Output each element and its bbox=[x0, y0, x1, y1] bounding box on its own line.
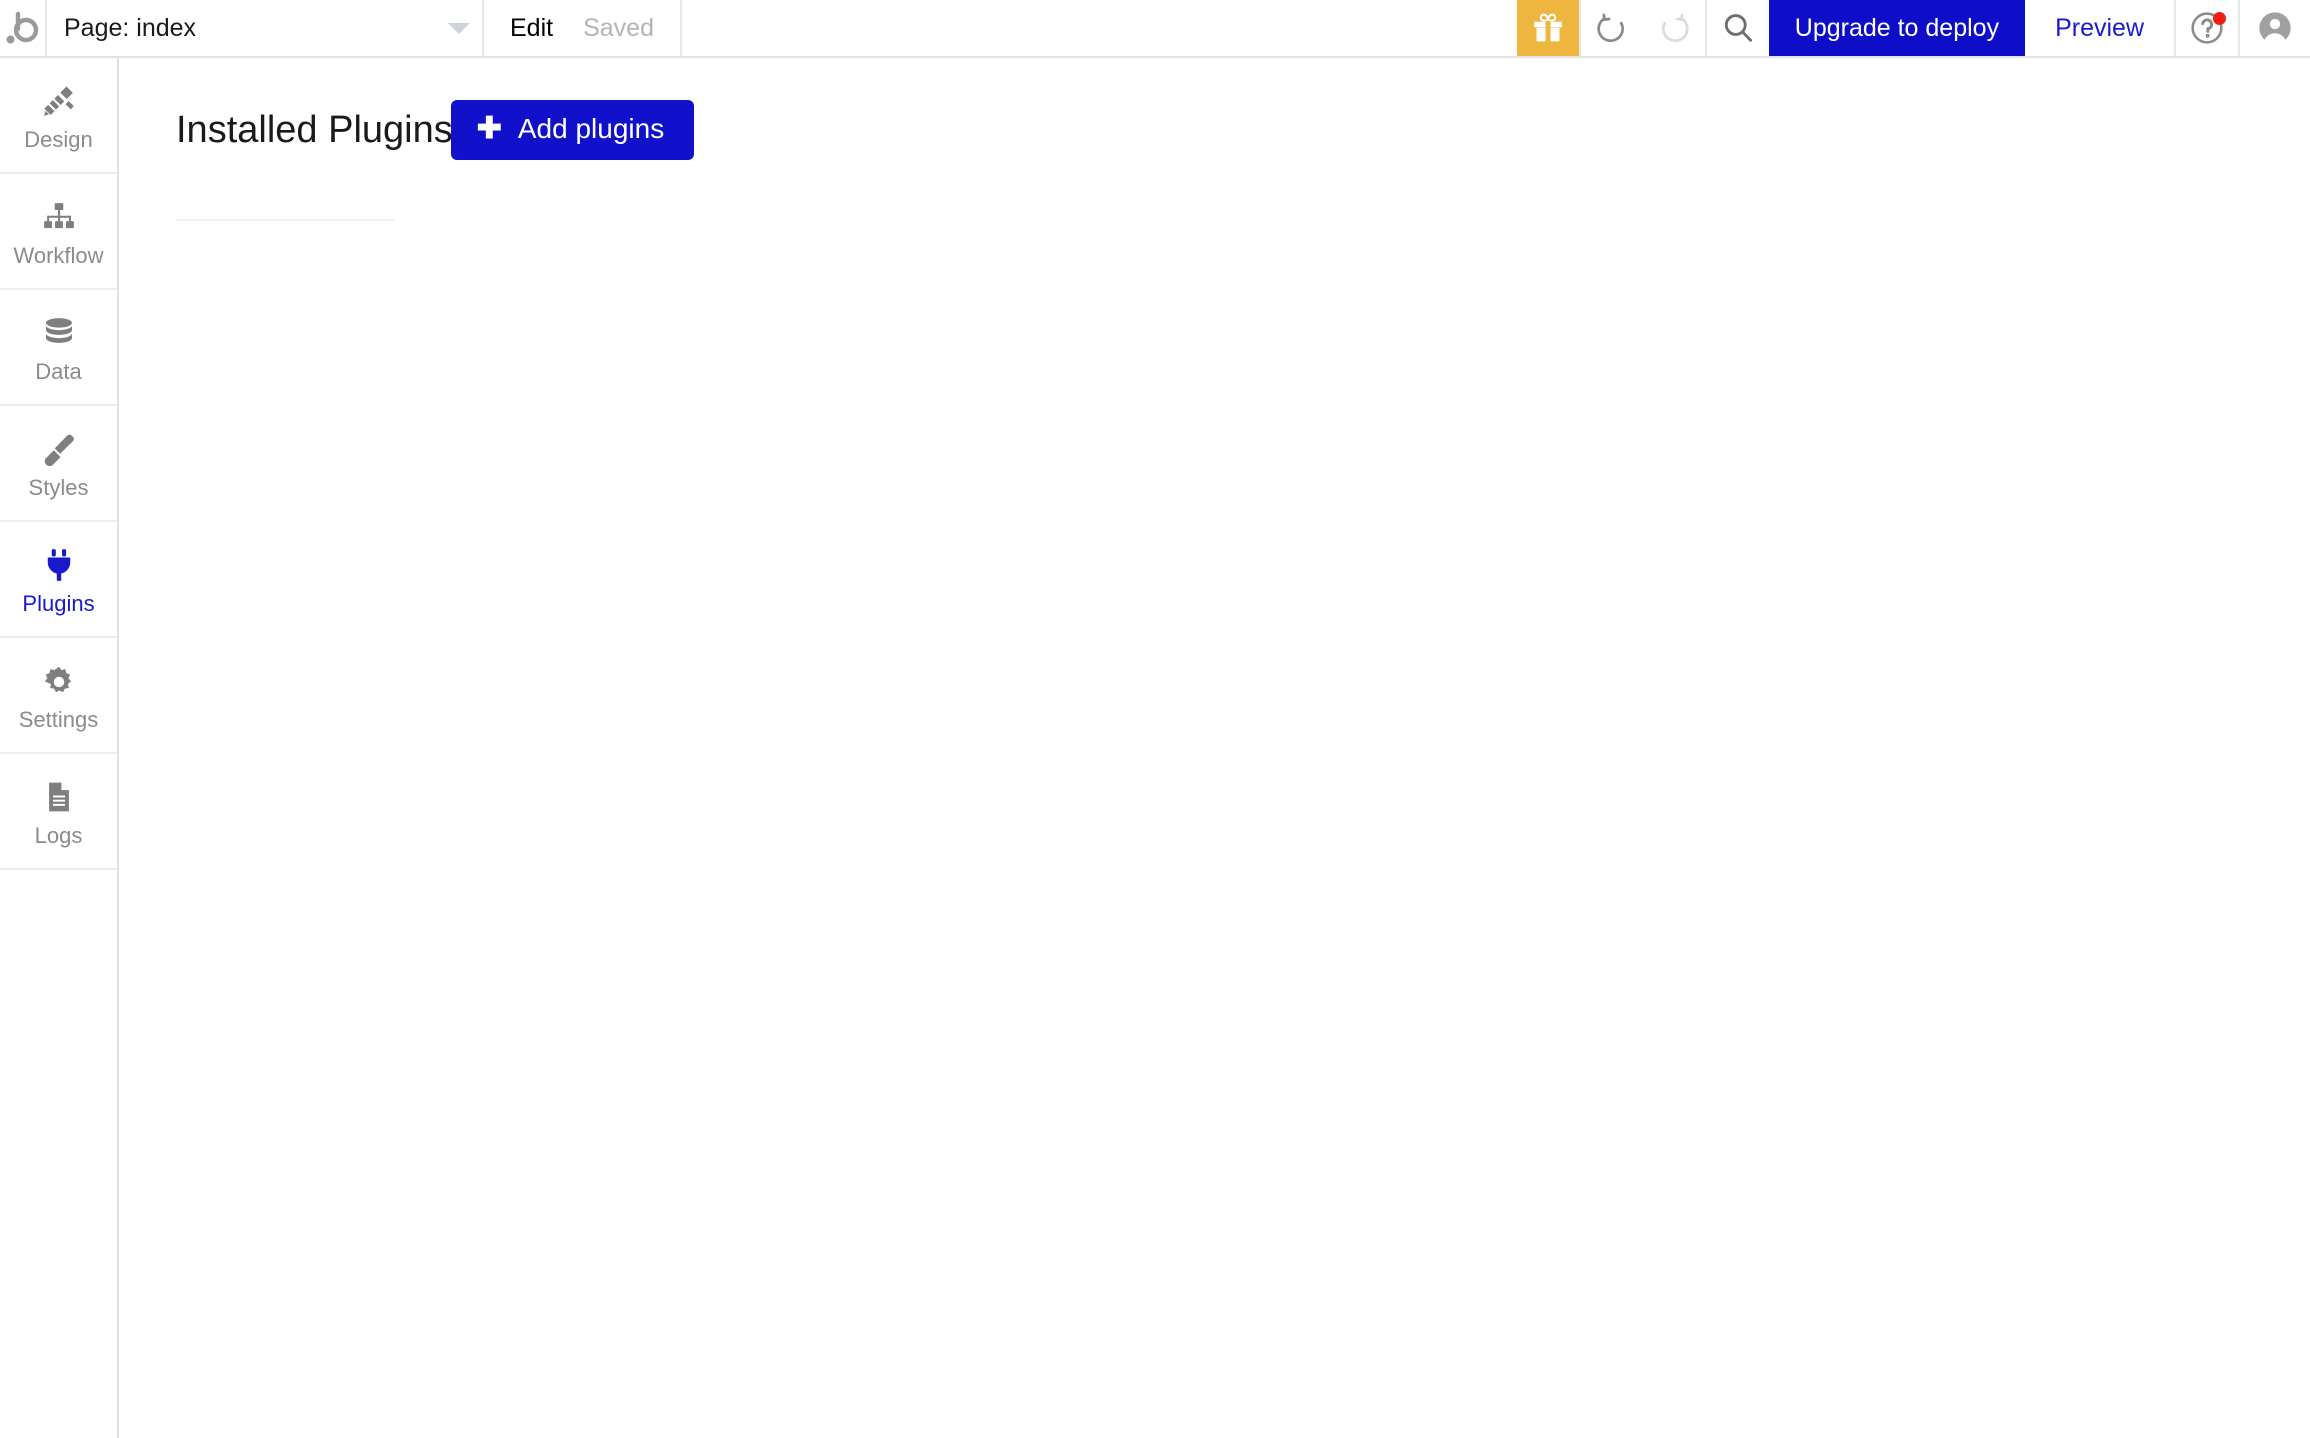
document-lines-icon bbox=[41, 776, 77, 818]
add-plugins-button-label: Add plugins bbox=[517, 113, 665, 144]
plug-icon bbox=[40, 544, 78, 586]
plus-icon: ✚ bbox=[476, 112, 502, 145]
sidebar-item-data[interactable]: Data bbox=[0, 290, 117, 406]
sidebar-item-label: Workflow bbox=[13, 242, 104, 268]
undo-icon bbox=[1597, 13, 1624, 43]
page-title: Installed Plugins bbox=[176, 109, 453, 151]
chevron-down-icon bbox=[448, 22, 470, 34]
design-pencil-ruler-icon bbox=[39, 80, 79, 122]
avatar[interactable] bbox=[2240, 0, 2310, 56]
sidebar-item-workflow[interactable]: Workflow bbox=[0, 174, 117, 290]
save-status-label: Saved bbox=[583, 13, 654, 42]
search-icon bbox=[1724, 14, 1752, 42]
gift-button[interactable] bbox=[1516, 0, 1579, 56]
preview-button[interactable]: Preview bbox=[2025, 0, 2174, 56]
search-button[interactable] bbox=[1707, 0, 1769, 56]
page-selector-label: Page: index bbox=[64, 13, 197, 42]
mode-tab-edit[interactable]: Edit bbox=[510, 14, 553, 43]
edit-status-group: Edit Saved bbox=[484, 0, 682, 56]
notification-dot bbox=[2213, 12, 2226, 25]
left-sidebar: Design Workflow Data Styles Plugins Sett… bbox=[0, 58, 119, 1438]
sidebar-item-label: Plugins bbox=[22, 590, 95, 616]
sidebar-item-styles[interactable]: Styles bbox=[0, 406, 117, 522]
section-divider bbox=[176, 219, 394, 221]
sidebar-item-label: Logs bbox=[34, 822, 83, 848]
sidebar-item-label: Data bbox=[35, 358, 82, 384]
bubble-logo-icon bbox=[6, 11, 38, 44]
sidebar-item-logs[interactable]: Logs bbox=[0, 754, 117, 870]
upgrade-to-deploy-button[interactable]: Upgrade to deploy bbox=[1768, 0, 2026, 56]
redo-icon bbox=[1661, 13, 1689, 43]
sidebar-item-design[interactable]: Design bbox=[0, 58, 117, 174]
undo-button[interactable] bbox=[1581, 0, 1643, 56]
page-header-row: Installed Plugins ✚ Add plugins bbox=[176, 100, 695, 160]
page-selector[interactable]: Page: index bbox=[47, 0, 484, 56]
sidebar-item-label: Settings bbox=[18, 706, 99, 732]
sidebar-item-label: Design bbox=[24, 126, 93, 152]
help-button[interactable] bbox=[2176, 0, 2238, 56]
paintbrush-icon bbox=[40, 428, 78, 470]
sidebar-item-plugins[interactable]: Plugins bbox=[0, 522, 117, 638]
gear-icon bbox=[40, 660, 78, 702]
user-avatar-icon bbox=[2259, 12, 2291, 44]
gift-icon bbox=[1533, 13, 1562, 42]
workflow-hierarchy-icon bbox=[40, 196, 78, 238]
bubble-logo[interactable] bbox=[0, 0, 47, 56]
top-toolbar: Page: index Edit Saved Upgrade to deploy… bbox=[0, 0, 2310, 58]
add-plugins-button[interactable]: ✚ Add plugins bbox=[450, 100, 695, 160]
database-icon bbox=[40, 312, 78, 354]
main-content: Installed Plugins ✚ Add plugins bbox=[121, 60, 2310, 1438]
sidebar-item-settings[interactable]: Settings bbox=[0, 638, 117, 754]
sidebar-item-label: Styles bbox=[28, 474, 89, 500]
redo-button[interactable] bbox=[1643, 0, 1705, 56]
